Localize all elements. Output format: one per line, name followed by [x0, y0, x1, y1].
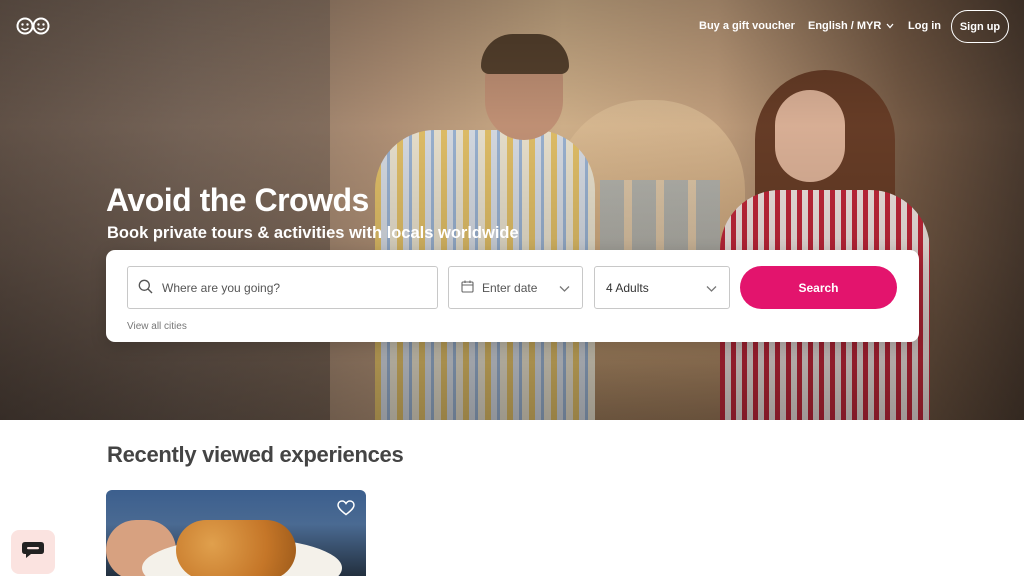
- chat-icon: [21, 540, 45, 565]
- hero-title: Avoid the Crowds: [106, 182, 369, 218]
- chat-widget-button[interactable]: [11, 530, 55, 574]
- date-picker[interactable]: Enter date: [448, 266, 583, 309]
- hero-subtitle: Book private tours & activities with loc…: [107, 224, 519, 242]
- recently-viewed-heading: Recently viewed experiences: [107, 442, 404, 467]
- destination-input[interactable]: Where are you going?: [127, 266, 438, 309]
- view-all-cities-link[interactable]: View all cities: [127, 321, 187, 332]
- search-panel: Where are you going? Enter date 4 Adults…: [106, 250, 919, 342]
- date-placeholder: Enter date: [482, 280, 538, 295]
- search-button[interactable]: Search: [740, 266, 897, 309]
- chevron-down-icon: [706, 282, 717, 296]
- withlocals-logo-icon[interactable]: [16, 16, 50, 36]
- calendar-icon: [461, 280, 474, 296]
- experience-card[interactable]: [106, 490, 366, 576]
- signup-button[interactable]: Sign up: [951, 10, 1009, 43]
- search-icon: [138, 279, 153, 297]
- chevron-down-icon: [559, 282, 570, 296]
- gift-voucher-link[interactable]: Buy a gift voucher: [699, 20, 795, 32]
- card-image-food: [176, 520, 296, 576]
- top-navigation: Buy a gift voucher English / MYR Log in …: [0, 0, 1024, 54]
- language-currency-label: English / MYR: [808, 20, 882, 32]
- guests-select[interactable]: 4 Adults: [594, 266, 730, 309]
- login-link[interactable]: Log in: [908, 20, 941, 32]
- destination-placeholder: Where are you going?: [162, 280, 281, 295]
- language-currency-selector[interactable]: English / MYR: [808, 20, 894, 32]
- guests-value: 4 Adults: [606, 280, 649, 295]
- chevron-down-icon: [886, 20, 894, 32]
- heart-icon[interactable]: [337, 500, 355, 521]
